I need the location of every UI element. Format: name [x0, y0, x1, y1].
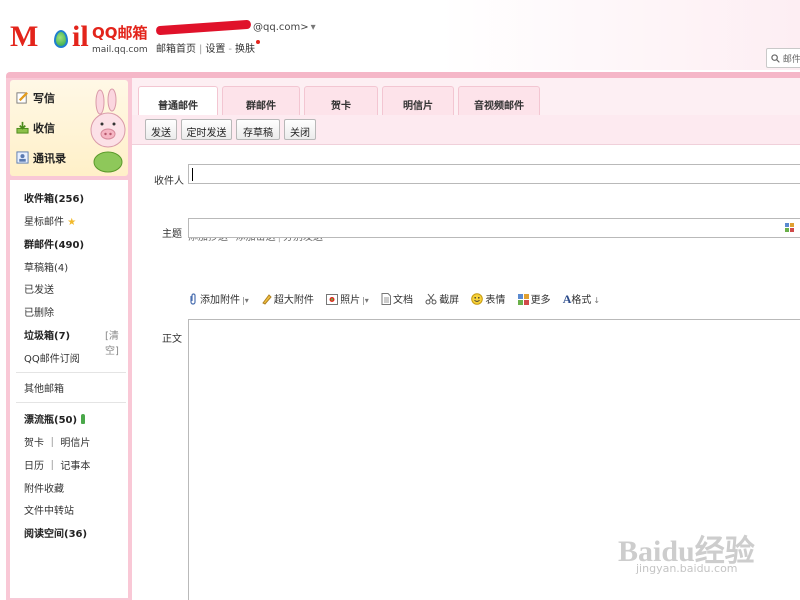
- user-email[interactable]: @qq.com> ▾: [155, 19, 316, 35]
- settings-link[interactable]: 设置: [205, 44, 225, 55]
- brand: QQ邮箱 mail.qq.com: [92, 22, 148, 55]
- pencil-icon: [16, 92, 28, 104]
- paperclip-icon: [190, 293, 196, 305]
- tab-normal-mail[interactable]: 普通邮件: [138, 86, 218, 116]
- recipient-label: 收件人: [154, 176, 184, 187]
- close-button[interactable]: 关闭: [284, 119, 316, 140]
- drift-bottle-link[interactable]: 漂流瓶(50): [24, 411, 85, 426]
- folder-group-mail[interactable]: 群邮件(490): [24, 236, 84, 251]
- send-button[interactable]: 发送: [145, 119, 177, 140]
- compose-toolbar: 发送 定时发送 存草稿 关闭: [132, 115, 800, 145]
- chevron-down-icon[interactable]: ↓: [593, 296, 600, 305]
- compose-button[interactable]: 写信: [16, 90, 55, 106]
- tab-av-mail[interactable]: 音视频邮件: [458, 86, 540, 116]
- large-attachment-icon: [262, 294, 272, 305]
- divider: [16, 372, 126, 373]
- recipient-input[interactable]: [188, 164, 800, 184]
- subject-label: 主题: [162, 229, 182, 240]
- star-icon: ★: [67, 217, 77, 228]
- scissors-icon: [425, 293, 437, 305]
- contacts-button[interactable]: 通讯录: [16, 150, 66, 166]
- tab-greeting-card[interactable]: 贺卡: [304, 86, 378, 116]
- body-editor[interactable]: [188, 319, 800, 600]
- inbox-download-icon: [16, 121, 29, 134]
- chevron-down-icon[interactable]: ▾: [311, 22, 316, 33]
- folder-inbox[interactable]: 收件箱(256): [24, 190, 84, 205]
- user-links: 邮箱首页 | 设置 - 换肤: [156, 40, 260, 55]
- receive-button[interactable]: 收信: [16, 120, 55, 136]
- attachment-toolbar: 添加附件 |▾ 超大附件 照片 |▾ 文档 截屏 表情 更多 A格式 ↓: [188, 291, 609, 307]
- subject-input[interactable]: [188, 218, 800, 238]
- emoji-button[interactable]: 表情: [471, 291, 505, 306]
- folder-deleted[interactable]: 已删除: [24, 304, 54, 319]
- document-icon: [381, 293, 391, 305]
- sidebar-actions: 写信 收信 通讯录: [10, 80, 128, 176]
- folder-subscriptions[interactable]: QQ邮件订阅: [24, 350, 80, 365]
- photo-button[interactable]: 照片 |▾: [326, 291, 369, 306]
- text-cursor: [192, 168, 193, 181]
- brand-url: mail.qq.com: [92, 45, 148, 55]
- mailbox-home-link[interactable]: 邮箱首页: [156, 44, 196, 55]
- search-icon: [771, 54, 780, 63]
- clear-spam-link[interactable]: [清空]: [105, 327, 128, 357]
- chevron-down-icon[interactable]: |▾: [362, 296, 369, 305]
- large-attachment-button[interactable]: 超大附件: [261, 291, 314, 306]
- body-label: 正文: [162, 334, 182, 345]
- folder-drafts[interactable]: 草稿箱(4): [24, 259, 68, 274]
- more-button[interactable]: 更多: [517, 291, 551, 306]
- tab-postcard[interactable]: 明信片: [382, 86, 454, 116]
- brand-name: QQ邮箱: [92, 24, 148, 42]
- folder-spam[interactable]: 垃圾箱(7): [24, 327, 70, 342]
- search-input[interactable]: 邮件: [766, 48, 800, 68]
- folder-list: 收件箱(256) 星标邮件 ★ 群邮件(490) 草稿箱(4) 已发送 已删除 …: [10, 180, 128, 598]
- tab-group-mail[interactable]: 群邮件: [222, 86, 300, 116]
- document-button[interactable]: 文档: [381, 291, 413, 306]
- folder-starred[interactable]: 星标邮件 ★: [24, 213, 76, 228]
- notification-dot-icon: [255, 40, 260, 44]
- droplet-icon: [54, 30, 68, 48]
- file-transfer-link[interactable]: 文件中转站: [24, 502, 74, 517]
- redacted-account-mark: [155, 19, 252, 35]
- screenshot-button[interactable]: 截屏: [425, 291, 459, 306]
- photo-icon: [326, 294, 339, 305]
- qq-mail-logo[interactable]: M il: [10, 20, 90, 56]
- attachment-collection-link[interactable]: 附件收藏: [24, 480, 64, 495]
- scheduled-send-button[interactable]: 定时发送: [181, 119, 232, 140]
- compose-body: 发送 定时发送 存草稿 关闭 收件人 添加抄送-添加密送|分别发送 主题 添加附…: [132, 115, 800, 600]
- calendar-notes-link[interactable]: 日历 ｜ 记事本: [24, 457, 90, 472]
- contacts-card-icon: [16, 151, 29, 164]
- folder-sent[interactable]: 已发送: [24, 281, 54, 296]
- compose-panel: 普通邮件 群邮件 贺卡 明信片 音视频邮件 发送 定时发送 存草稿 关闭 收件人…: [132, 78, 800, 600]
- divider: [16, 402, 126, 403]
- header: M il QQ邮箱 mail.qq.com @qq.com> ▾ 邮箱首页 | 设置 -…: [0, 0, 800, 70]
- sidebar: 写信 收信 通讯录 收件箱(256) 星标邮件 ★ 群邮件(490) 草稿箱(4…: [6, 78, 132, 600]
- cards-postcards-link[interactable]: 贺卡 ｜ 明信片: [24, 434, 90, 449]
- stationery-grid-icon[interactable]: [785, 223, 795, 233]
- pig-mascot-icon: [90, 88, 126, 173]
- change-skin-link[interactable]: 换肤: [235, 44, 255, 55]
- bottle-icon: [80, 414, 85, 424]
- chevron-down-icon[interactable]: |▾: [242, 296, 249, 305]
- reading-space-link[interactable]: 阅读空间(36): [24, 525, 87, 540]
- other-mailbox-link[interactable]: 其他邮箱: [24, 380, 64, 395]
- format-button[interactable]: A格式 ↓: [563, 291, 600, 307]
- apps-grid-icon: [517, 294, 529, 305]
- smiley-icon: [471, 293, 484, 305]
- save-draft-button[interactable]: 存草稿: [236, 119, 280, 140]
- add-attachment-button[interactable]: 添加附件 |▾: [188, 291, 249, 306]
